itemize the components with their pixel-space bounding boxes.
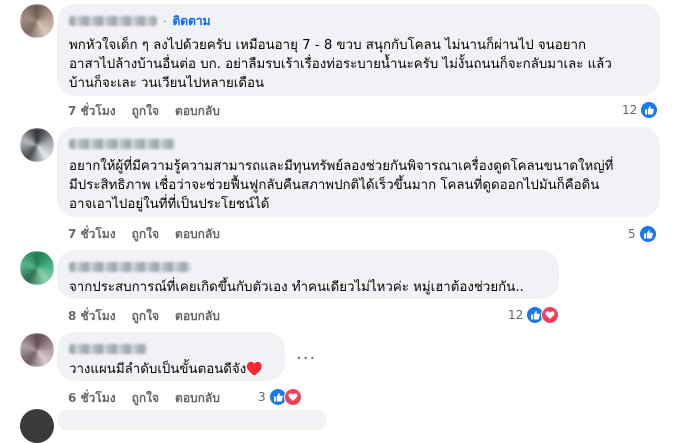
- like-icon: [638, 225, 657, 243]
- comment-actions: 7 ชั่วโมง ถูกใจ ตอบกลับ: [68, 225, 220, 244]
- reply-button[interactable]: ตอบกลับ: [175, 307, 220, 326]
- separator-dot: ·: [163, 14, 167, 28]
- reaction-summary[interactable]: 5: [628, 225, 657, 243]
- comment-bubble: อยากให้ผู้ที่มีความรู้ความสามารถและมีทุน…: [57, 127, 660, 217]
- like-button[interactable]: ถูกใจ: [132, 389, 159, 408]
- author-name[interactable]: [69, 344, 147, 354]
- comment-text: วางแผนมีลำดับเป็นขั้นตอนดีจัง♥️: [69, 362, 263, 377]
- avatar[interactable]: [20, 251, 54, 285]
- like-button[interactable]: ถูกใจ: [132, 307, 159, 326]
- like-button[interactable]: ถูกใจ: [132, 102, 159, 121]
- like-button[interactable]: ถูกใจ: [132, 225, 159, 244]
- timestamp-link[interactable]: 7 ชั่วโมง: [68, 102, 116, 121]
- like-icon: [640, 101, 659, 119]
- avatar[interactable]: [20, 333, 54, 367]
- comment-actions: 8 ชั่วโมง ถูกใจ ตอบกลับ: [68, 307, 220, 326]
- author-name[interactable]: [69, 139, 175, 149]
- reaction-count: 5: [628, 227, 636, 241]
- reaction-summary[interactable]: 3: [258, 388, 302, 406]
- timestamp-link[interactable]: 7 ชั่วโมง: [68, 225, 116, 244]
- reaction-count: 3: [258, 390, 266, 404]
- reaction-count: 12: [622, 103, 638, 117]
- comment-actions: 6 ชั่วโมง ถูกใจ ตอบกลับ: [68, 389, 220, 408]
- reaction-summary[interactable]: 12: [622, 101, 659, 119]
- comment-bubble: [57, 410, 327, 430]
- timestamp-link[interactable]: 6 ชั่วโมง: [68, 389, 116, 408]
- comment-bubble: จากประสบการณ์ที่เคยเกิดขึ้นกับตัวเอง ทำค…: [57, 250, 559, 299]
- comment-text: พกหัวใจเด็ก ๆ ลงไปด้วยครับ เหมือนอายุ 7 …: [69, 38, 612, 91]
- follow-button[interactable]: ติดตาม: [173, 12, 211, 31]
- author-name[interactable]: [69, 16, 157, 26]
- reaction-summary[interactable]: 12: [508, 306, 560, 324]
- avatar[interactable]: [20, 409, 54, 443]
- more-options-icon[interactable]: ···: [296, 348, 316, 369]
- reply-button[interactable]: ตอบกลับ: [175, 389, 220, 408]
- reply-button[interactable]: ตอบกลับ: [175, 102, 220, 121]
- comment-text: อยากให้ผู้ที่มีความรู้ความสามารถและมีทุน…: [69, 159, 614, 212]
- avatar[interactable]: [20, 4, 54, 38]
- reply-button[interactable]: ตอบกลับ: [175, 225, 220, 244]
- reaction-count: 12: [508, 308, 524, 322]
- comment-text: จากประสบการณ์ที่เคยเกิดขึ้นกับตัวเอง ทำค…: [69, 280, 524, 295]
- comment-bubble: · ติดตาม พกหัวใจเด็ก ๆ ลงไปด้วยครับ เหมื…: [57, 4, 660, 96]
- author-name[interactable]: [69, 262, 191, 272]
- love-icon: [541, 306, 560, 324]
- timestamp-link[interactable]: 8 ชั่วโมง: [68, 307, 116, 326]
- comment-bubble: วางแผนมีลำดับเป็นขั้นตอนดีจัง♥️: [57, 332, 285, 381]
- love-icon: [283, 388, 302, 406]
- avatar[interactable]: [20, 128, 54, 162]
- comment-actions: 7 ชั่วโมง ถูกใจ ตอบกลับ: [68, 102, 220, 121]
